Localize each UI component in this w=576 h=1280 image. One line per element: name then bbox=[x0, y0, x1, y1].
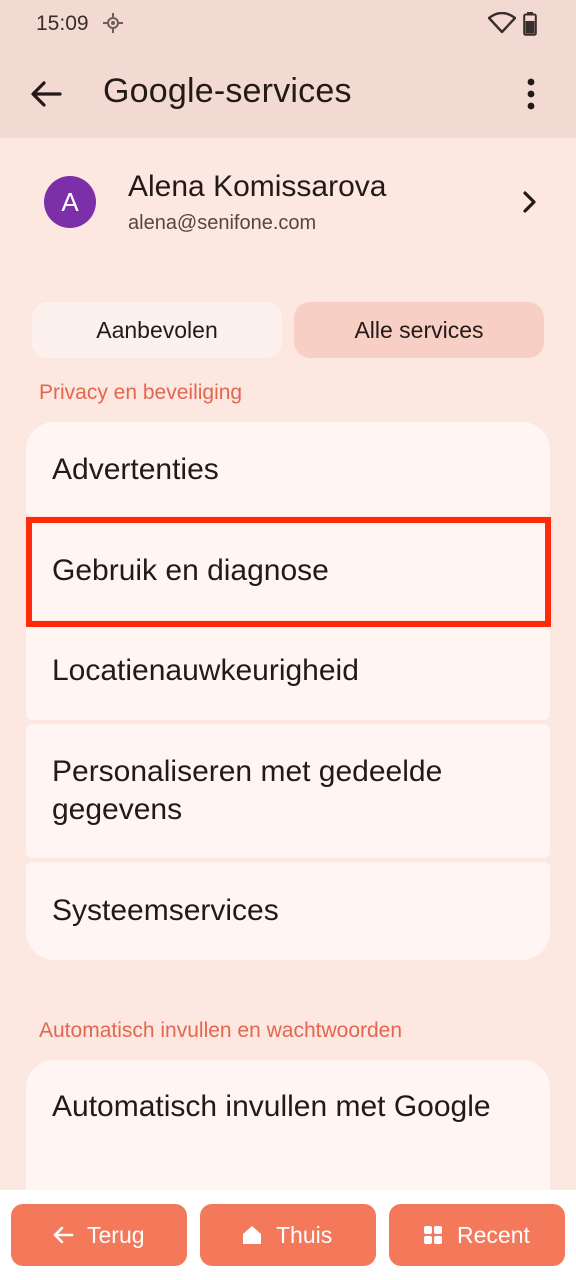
list-item-autofill-google[interactable]: Automatisch invullen met Google bbox=[26, 1060, 550, 1200]
location-icon bbox=[103, 13, 123, 33]
nav-home-button[interactable]: Thuis bbox=[200, 1204, 376, 1266]
section-title-privacy: Privacy en beveiliging bbox=[39, 381, 243, 404]
nav-recent-label: Recent bbox=[457, 1222, 530, 1248]
highlight-box bbox=[26, 517, 551, 627]
list-item-label: Locatienauwkeurigheid bbox=[52, 654, 359, 687]
list-item-label: Automatisch invullen met Google bbox=[52, 1090, 491, 1123]
home-icon bbox=[243, 1226, 261, 1244]
list-item-label: Personaliseren met gedeelde gegevens bbox=[52, 755, 443, 826]
battery-icon bbox=[523, 12, 537, 36]
account-email: alena@senifone.com bbox=[128, 212, 317, 234]
wifi-icon bbox=[488, 12, 516, 34]
list-item-systeemservices[interactable]: Systeemservices bbox=[26, 862, 550, 960]
list-item-advertenties[interactable]: Advertenties bbox=[26, 422, 550, 516]
status-time: 15:09 bbox=[36, 12, 89, 35]
nav-recent-button[interactable]: Recent bbox=[389, 1204, 565, 1266]
tab-alle-services[interactable]: Alle services bbox=[294, 302, 544, 358]
tab-aanbevolen[interactable]: Aanbevolen bbox=[32, 302, 282, 358]
status-bar: 15:09 bbox=[0, 0, 576, 50]
list-item-personaliseren[interactable]: Personaliseren met gedeelde gegevens bbox=[26, 724, 550, 858]
nav-home-label: Thuis bbox=[276, 1222, 333, 1248]
chevron-right-icon bbox=[523, 191, 536, 213]
nav-back-button[interactable]: Terug bbox=[11, 1204, 187, 1266]
list-item-label: Systeemservices bbox=[52, 894, 279, 927]
list-item-locatienauwkeurigheid[interactable]: Locatienauwkeurigheid bbox=[26, 624, 550, 720]
apps-grid-icon bbox=[424, 1226, 442, 1244]
app-bar: Google-services bbox=[0, 50, 576, 138]
page-title: Google-services bbox=[103, 72, 352, 110]
arrow-left-icon bbox=[53, 1226, 74, 1244]
more-vert-icon[interactable] bbox=[516, 76, 546, 112]
account-name: Alena Komissarova bbox=[128, 170, 387, 203]
list-item-label: Advertenties bbox=[52, 453, 219, 486]
bottom-nav: Terug Thuis Recent bbox=[0, 1190, 576, 1280]
section-title-autofill: Automatisch invullen en wachtwoorden bbox=[39, 1019, 403, 1042]
nav-back-label: Terug bbox=[87, 1222, 145, 1248]
account-row[interactable]: A Alena Komissarova alena@senifone.com bbox=[0, 150, 576, 260]
back-arrow-icon[interactable] bbox=[26, 74, 66, 114]
avatar: A bbox=[44, 176, 96, 228]
